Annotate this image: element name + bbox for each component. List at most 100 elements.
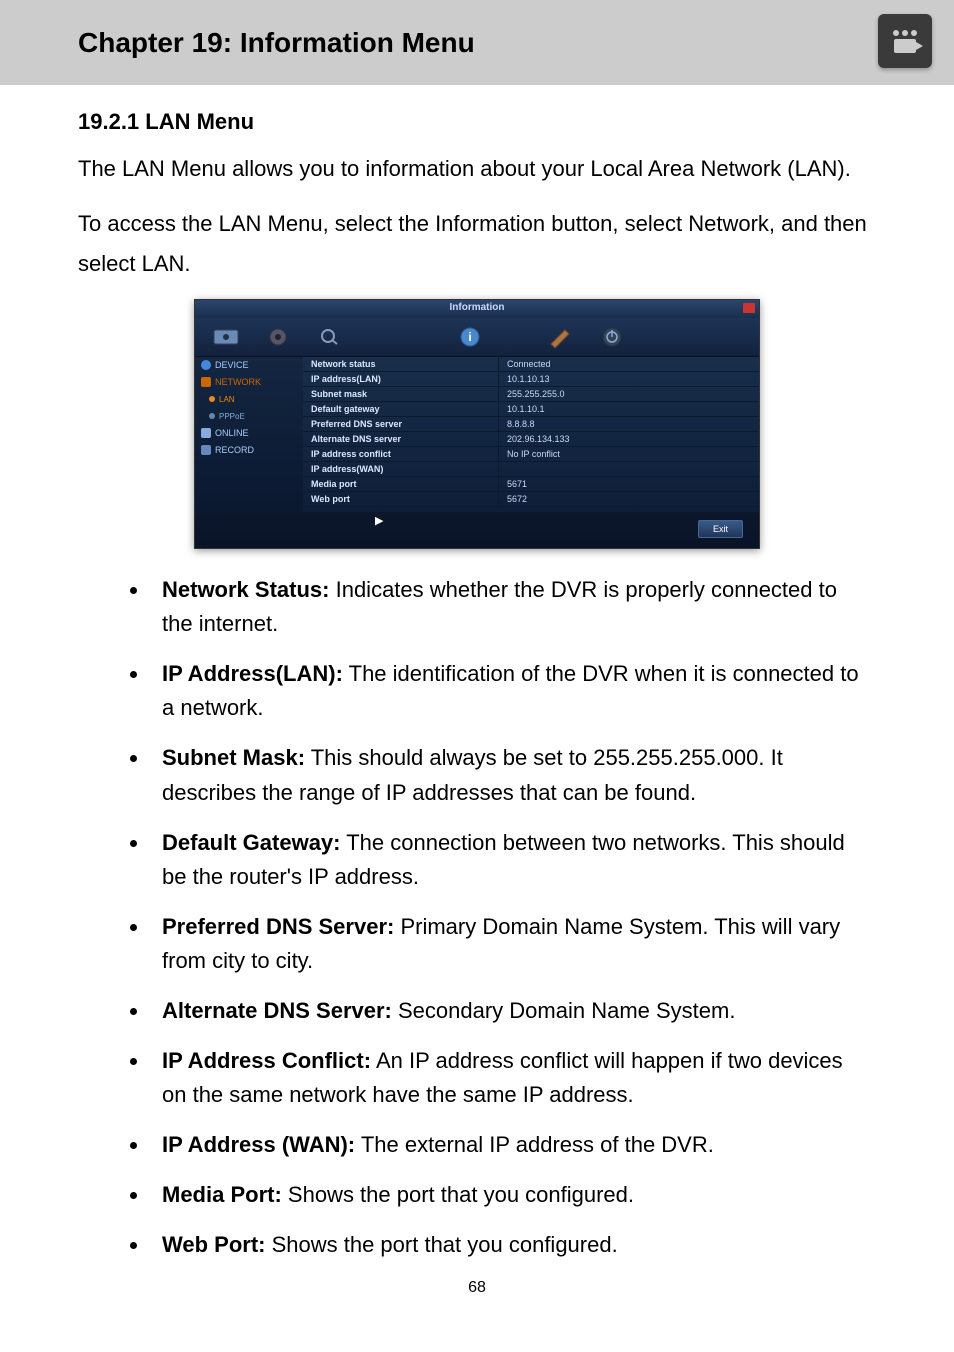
sidebar-label: DEVICE bbox=[215, 360, 249, 370]
table-row: Subnet mask255.255.255.0 bbox=[303, 387, 759, 402]
row-label: IP address(LAN) bbox=[303, 374, 498, 384]
row-label: Web port bbox=[303, 494, 498, 504]
table-row: Preferred DNS server8.8.8.8 bbox=[303, 417, 759, 432]
term: Alternate DNS Server: bbox=[162, 998, 392, 1023]
desc: The external IP address of the DVR. bbox=[355, 1132, 714, 1157]
table-row: IP address conflictNo IP conflict bbox=[303, 447, 759, 462]
list-item: Default Gateway: The connection between … bbox=[150, 826, 866, 894]
sidebar-item-record[interactable]: RECORD bbox=[195, 442, 303, 459]
table-row: Web port5672 bbox=[303, 492, 759, 507]
window-titlebar: Information bbox=[195, 300, 759, 318]
dot-icon bbox=[209, 413, 215, 419]
list-item: IP Address Conflict: An IP address confl… bbox=[150, 1044, 866, 1112]
row-label: Alternate DNS server bbox=[303, 434, 498, 444]
online-icon bbox=[201, 428, 211, 438]
table-row: Default gateway10.1.10.1 bbox=[303, 402, 759, 417]
sidebar-item-online[interactable]: ONLINE bbox=[195, 425, 303, 442]
row-value: 255.255.255.0 bbox=[498, 387, 759, 401]
row-label: Default gateway bbox=[303, 404, 498, 414]
row-value: 10.1.10.13 bbox=[498, 372, 759, 386]
intro-text-1: The LAN Menu allows you to information a… bbox=[78, 149, 876, 190]
row-label: Preferred DNS server bbox=[303, 419, 498, 429]
window-title: Information bbox=[450, 302, 505, 313]
embedded-screenshot: Information i bbox=[194, 299, 760, 549]
info-table: Network statusConnected IP address(LAN)1… bbox=[303, 357, 759, 512]
row-value bbox=[498, 462, 759, 476]
tab-spacer bbox=[365, 324, 435, 350]
record-icon bbox=[201, 445, 211, 455]
tab-icon-info[interactable]: i bbox=[453, 324, 487, 350]
term: Subnet Mask: bbox=[162, 745, 305, 770]
row-label: IP address(WAN) bbox=[303, 464, 498, 474]
svg-text:i: i bbox=[468, 330, 471, 344]
table-row: Alternate DNS server202.96.134.133 bbox=[303, 432, 759, 447]
tab-icon-tools[interactable] bbox=[543, 324, 577, 350]
page-content: 19.2.1 LAN Menu The LAN Menu allows you … bbox=[0, 85, 954, 1297]
page-number: 68 bbox=[78, 1279, 876, 1297]
row-value: 8.8.8.8 bbox=[498, 417, 759, 431]
term: IP Address Conflict: bbox=[162, 1048, 371, 1073]
tab-icon-general[interactable] bbox=[209, 324, 243, 350]
dialog-footer: ▶ Exit bbox=[195, 512, 759, 548]
row-value: 202.96.134.133 bbox=[498, 432, 759, 446]
row-value: 5671 bbox=[498, 477, 759, 491]
close-icon[interactable] bbox=[743, 303, 755, 313]
tab-spacer-2 bbox=[505, 324, 525, 350]
chapter-header: Chapter 19: Information Menu bbox=[0, 0, 954, 85]
desc: Secondary Domain Name System. bbox=[392, 998, 736, 1023]
sidebar-item-network[interactable]: NETWORK bbox=[195, 374, 303, 391]
list-item: Media Port: Shows the port that you conf… bbox=[150, 1178, 866, 1212]
sidebar-item-device[interactable]: DEVICE bbox=[195, 357, 303, 374]
term: IP Address(LAN): bbox=[162, 661, 343, 686]
sidebar-label: NETWORK bbox=[215, 377, 261, 387]
chapter-title: Chapter 19: Information Menu bbox=[78, 27, 475, 59]
row-value: No IP conflict bbox=[498, 447, 759, 461]
list-item: Subnet Mask: This should always be set t… bbox=[150, 741, 866, 809]
exit-button[interactable]: Exit bbox=[698, 520, 743, 538]
tab-icon-search[interactable] bbox=[313, 324, 347, 350]
sidebar-label: RECORD bbox=[215, 445, 254, 455]
row-value: 5672 bbox=[498, 492, 759, 506]
term: Web Port: bbox=[162, 1232, 265, 1257]
table-row: Media port5671 bbox=[303, 477, 759, 492]
sidebar-item-pppoe[interactable]: PPPoE bbox=[195, 408, 303, 425]
section-title: 19.2.1 LAN Menu bbox=[78, 109, 876, 135]
row-label: Media port bbox=[303, 479, 498, 489]
tab-icon-settings[interactable] bbox=[261, 324, 295, 350]
sidebar-item-lan[interactable]: LAN bbox=[195, 391, 303, 408]
sidebar-label: LAN bbox=[219, 395, 235, 404]
list-item: Web Port: Shows the port that you config… bbox=[150, 1228, 866, 1262]
sidebar-label: ONLINE bbox=[215, 428, 249, 438]
row-label: IP address conflict bbox=[303, 449, 498, 459]
list-item: Network Status: Indicates whether the DV… bbox=[150, 573, 866, 641]
term: IP Address (WAN): bbox=[162, 1132, 355, 1157]
row-value: Connected bbox=[498, 357, 759, 371]
table-row: IP address(WAN) bbox=[303, 462, 759, 477]
list-item: Alternate DNS Server: Secondary Domain N… bbox=[150, 994, 866, 1028]
row-label: Network status bbox=[303, 359, 498, 369]
list-item: IP Address (WAN): The external IP addres… bbox=[150, 1128, 866, 1162]
list-item: IP Address(LAN): The identification of t… bbox=[150, 657, 866, 725]
desc: Shows the port that you configured. bbox=[282, 1182, 634, 1207]
term: Network Status: bbox=[162, 577, 329, 602]
term: Default Gateway: bbox=[162, 830, 341, 855]
row-label: Subnet mask bbox=[303, 389, 498, 399]
sidebar-label: PPPoE bbox=[219, 412, 245, 421]
list-item: Preferred DNS Server: Primary Domain Nam… bbox=[150, 910, 866, 978]
tab-bar: i bbox=[195, 318, 759, 357]
term: Media Port: bbox=[162, 1182, 282, 1207]
term: Preferred DNS Server: bbox=[162, 914, 394, 939]
desc: Shows the port that you configured. bbox=[265, 1232, 617, 1257]
info-icon bbox=[201, 360, 211, 370]
dot-icon bbox=[209, 396, 215, 402]
row-value: 10.1.10.1 bbox=[498, 402, 759, 416]
camera-icon bbox=[878, 14, 932, 68]
tab-icon-power[interactable] bbox=[595, 324, 629, 350]
cursor-icon: ▶ bbox=[375, 514, 383, 527]
bullet-list: Network Status: Indicates whether the DV… bbox=[78, 573, 876, 1263]
intro-text-2: To access the LAN Menu, select the Infor… bbox=[78, 204, 876, 285]
table-row: Network statusConnected bbox=[303, 357, 759, 372]
network-icon bbox=[201, 377, 211, 387]
table-row: IP address(LAN)10.1.10.13 bbox=[303, 372, 759, 387]
sidebar: DEVICE NETWORK LAN PPPoE ONLINE bbox=[195, 357, 303, 512]
